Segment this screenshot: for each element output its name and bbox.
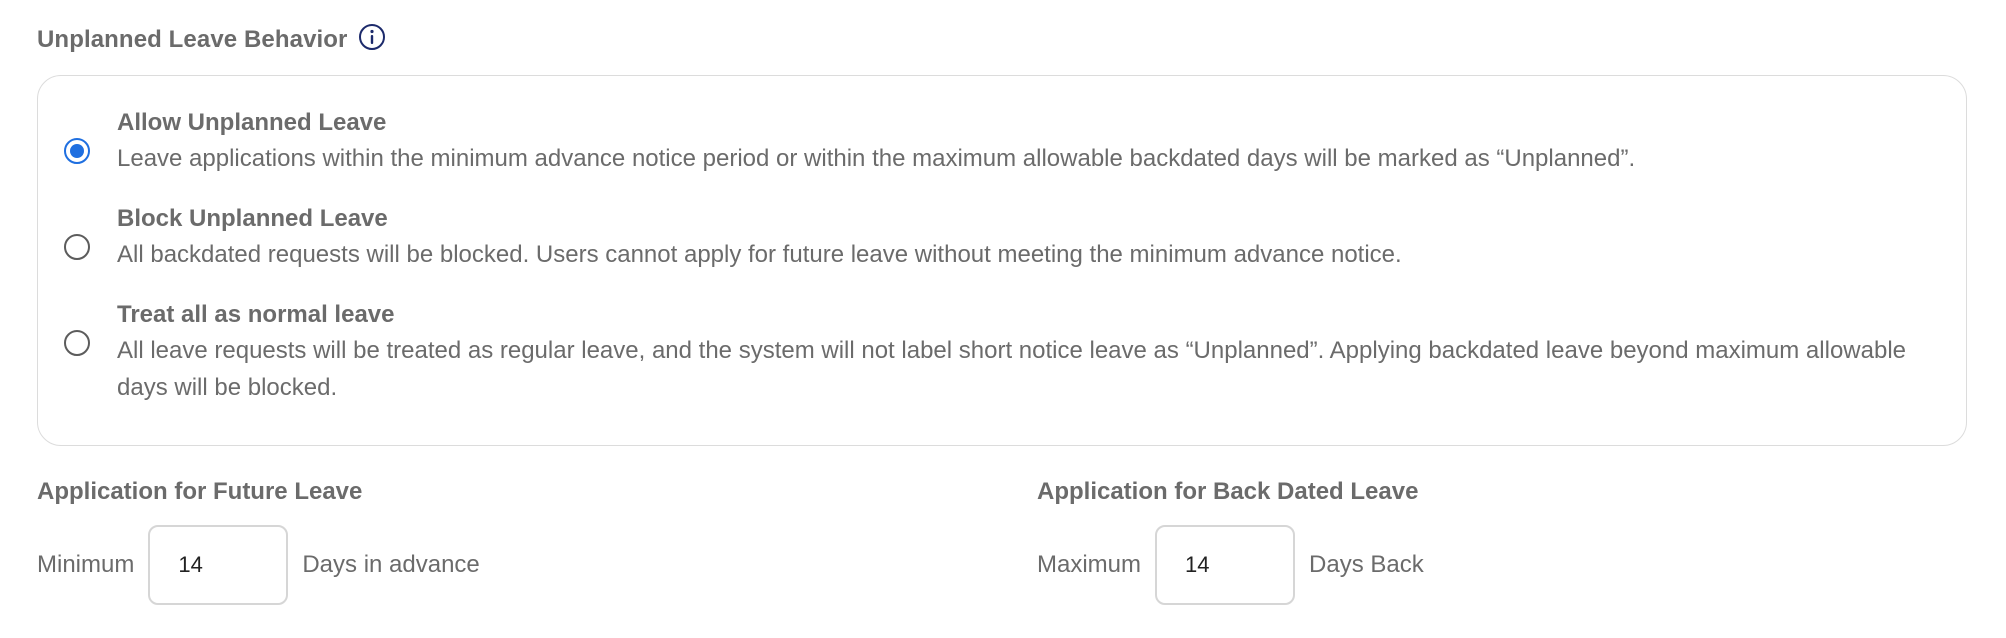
block-unplanned-leave-radio[interactable] xyxy=(64,234,90,260)
option-description: All backdated requests will be blocked. … xyxy=(117,241,1402,268)
back-dated-leave-field: Application for Back Dated Leave Maximum… xyxy=(1037,475,1424,605)
back-dated-leave-days-input[interactable] xyxy=(1155,525,1296,605)
option-title: Treat all as normal leave xyxy=(117,301,395,328)
future-leave-row: Minimum Days in advance xyxy=(37,525,480,605)
option-text: Treat all as normal leave All leave requ… xyxy=(117,298,1906,406)
option-title: Block Unplanned Leave xyxy=(117,205,388,232)
option-text: Allow Unplanned Leave Leave applications… xyxy=(117,106,1906,177)
future-leave-suffix: Days in advance xyxy=(302,551,480,578)
back-dated-leave-label: Application for Back Dated Leave xyxy=(1037,478,1419,505)
option-description: All leave requests will be treated as re… xyxy=(117,337,1906,401)
section-header: Unplanned Leave Behavior xyxy=(37,23,386,54)
allow-unplanned-leave-radio[interactable] xyxy=(64,138,90,164)
option-text: Block Unplanned Leave All backdated requ… xyxy=(117,202,1906,273)
future-leave-prefix: Minimum xyxy=(37,551,135,578)
info-icon[interactable] xyxy=(358,23,386,51)
back-dated-leave-suffix: Days Back xyxy=(1309,551,1424,578)
unplanned-leave-options-card: Allow Unplanned Leave Leave applications… xyxy=(37,75,1967,446)
back-dated-leave-row: Maximum Days Back xyxy=(1037,525,1424,605)
treat-all-as-normal-leave-radio[interactable] xyxy=(64,330,90,356)
option-title: Allow Unplanned Leave xyxy=(117,109,387,136)
section-title: Unplanned Leave Behavior xyxy=(37,26,348,53)
back-dated-leave-prefix: Maximum xyxy=(1037,551,1142,578)
option-description: Leave applications within the minimum ad… xyxy=(117,145,1636,172)
future-leave-days-input[interactable] xyxy=(148,525,289,605)
future-leave-field: Application for Future Leave Minimum Day… xyxy=(37,475,480,605)
future-leave-label: Application for Future Leave xyxy=(37,478,363,505)
